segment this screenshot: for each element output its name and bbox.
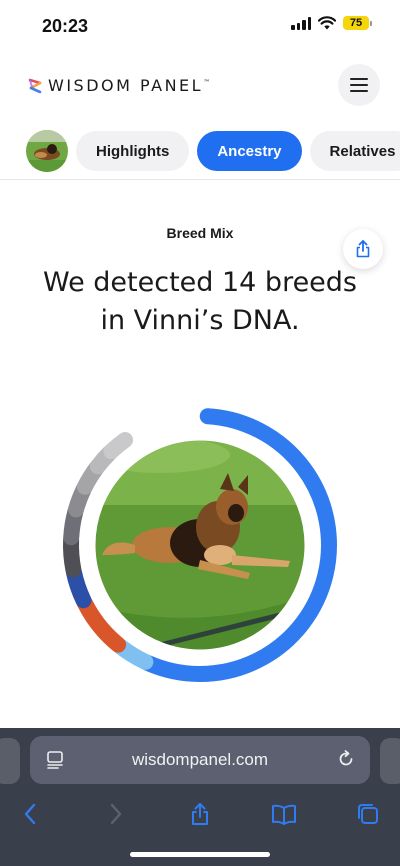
status-bar: 20:23 75	[0, 0, 400, 52]
address-bar[interactable]: wisdompanel.com	[30, 736, 370, 784]
tabs-divider	[0, 179, 400, 180]
battery-icon: 75	[343, 16, 372, 30]
browser-chrome: wisdompanel.com	[0, 728, 400, 866]
page-headline: We detected 14 breeds in Vinni’s DNA.	[20, 264, 380, 340]
next-tab-preview[interactable]	[380, 738, 400, 784]
tab-ancestry[interactable]: Ancestry	[197, 131, 302, 171]
app-screen: 20:23 75 WISDOM PANEL™ Highlights Ancest…	[0, 0, 400, 866]
wifi-icon	[318, 16, 336, 30]
battery-level: 75	[343, 16, 369, 30]
signal-icon	[291, 16, 311, 30]
share-icon[interactable]	[184, 798, 216, 830]
reload-icon[interactable]	[336, 749, 356, 769]
reader-mode-icon[interactable]	[46, 750, 64, 770]
breed-mix-ring[interactable]	[50, 395, 350, 695]
forward-chevron-icon[interactable]	[100, 798, 132, 830]
share-icon	[356, 240, 370, 258]
breed-segment-10[interactable]	[103, 431, 134, 460]
browser-toolbar	[0, 794, 400, 834]
url-text: wisdompanel.com	[131, 750, 269, 769]
tab-highlights[interactable]: Highlights	[76, 131, 190, 171]
tab-relatives[interactable]: Relatives	[309, 131, 400, 171]
logo-mark-icon	[28, 78, 42, 93]
section-label: Breed Mix	[166, 225, 234, 241]
profile-tabs: Highlights Ancestry Relatives	[26, 130, 400, 172]
breed-segment-3[interactable]	[76, 594, 127, 653]
dog-avatar[interactable]	[26, 130, 68, 172]
home-indicator	[130, 852, 270, 857]
status-time: 20:23	[42, 16, 89, 36]
menu-button[interactable]	[338, 64, 380, 106]
back-chevron-icon[interactable]	[14, 798, 46, 830]
tabs-icon[interactable]	[352, 798, 384, 830]
headline-line-1: We detected 14 breeds	[42, 267, 358, 298]
dog-photo	[94, 439, 306, 651]
previous-tab-preview[interactable]	[0, 738, 20, 784]
wisdom-panel-logo[interactable]: WISDOM PANEL™	[28, 76, 210, 95]
bookmarks-icon[interactable]	[268, 798, 300, 830]
logo-text: WISDOM PANEL™	[48, 76, 211, 95]
status-indicators: 75	[291, 16, 372, 30]
site-header: WISDOM PANEL™	[0, 62, 400, 110]
headline-line-2: in Vinni’s DNA.	[100, 305, 300, 336]
share-button[interactable]	[343, 229, 383, 269]
